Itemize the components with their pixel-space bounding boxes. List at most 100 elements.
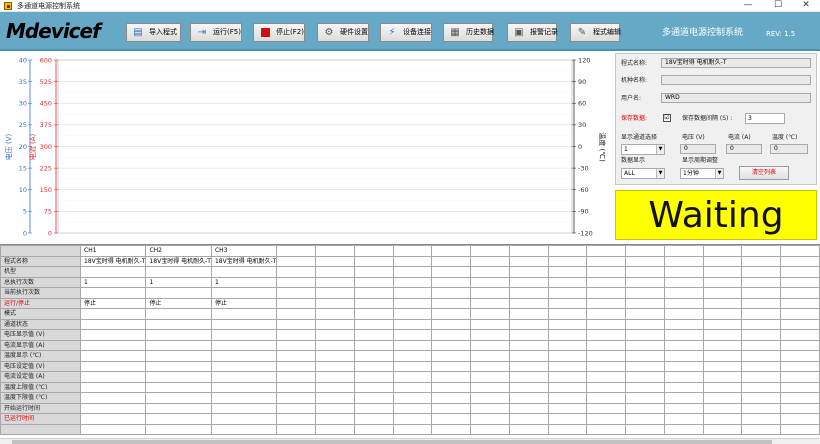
empty-cell[interactable]: [353, 266, 394, 278]
empty-cell[interactable]: [431, 402, 472, 414]
empty-cell[interactable]: [741, 255, 782, 267]
empty-cell[interactable]: [276, 402, 317, 414]
empty-cell[interactable]: [392, 423, 433, 435]
clear-list-button[interactable]: 清空列表: [739, 166, 789, 180]
horizontal-scrollbar[interactable]: [0, 438, 820, 444]
run-button[interactable]: ⇥ 运行(F5): [190, 23, 242, 42]
maximize-button[interactable]: ☐: [764, 0, 792, 12]
empty-cell[interactable]: [780, 276, 820, 288]
empty-cell[interactable]: [353, 371, 394, 383]
empty-cell[interactable]: [625, 413, 665, 425]
empty-cell[interactable]: [315, 413, 355, 425]
empty-cell[interactable]: [625, 392, 665, 404]
empty-cell[interactable]: [508, 413, 549, 425]
empty-cell[interactable]: [663, 297, 704, 309]
empty-cell[interactable]: [702, 318, 743, 330]
empty-cell[interactable]: [663, 266, 704, 278]
empty-cell[interactable]: [392, 308, 433, 320]
table-cell[interactable]: 1: [145, 276, 212, 288]
empty-cell[interactable]: [353, 308, 394, 320]
empty-cell[interactable]: [353, 413, 394, 425]
table-cell[interactable]: 18V宝时得 电机耐久-T: [79, 255, 147, 267]
empty-cell[interactable]: [663, 423, 704, 435]
empty-cell[interactable]: [392, 381, 433, 393]
empty-cell[interactable]: [663, 318, 704, 330]
empty-cell[interactable]: [508, 255, 549, 267]
empty-cell[interactable]: [586, 402, 627, 414]
empty-cell[interactable]: [508, 392, 549, 404]
table-cell[interactable]: [210, 392, 278, 404]
empty-cell[interactable]: [470, 392, 510, 404]
table-cell[interactable]: [145, 392, 212, 404]
empty-cell[interactable]: [508, 318, 549, 330]
empty-cell[interactable]: [315, 287, 355, 299]
empty-cell[interactable]: [547, 339, 588, 351]
empty-cell[interactable]: [431, 371, 472, 383]
empty-cell[interactable]: [586, 308, 627, 320]
empty-cell[interactable]: [547, 381, 588, 393]
empty-cell[interactable]: [392, 402, 433, 414]
empty-cell[interactable]: [276, 371, 317, 383]
empty-cell[interactable]: [741, 413, 782, 425]
table-cell[interactable]: 停止: [145, 297, 212, 309]
empty-cell[interactable]: [470, 381, 510, 393]
empty-cell[interactable]: [741, 392, 782, 404]
empty-cell[interactable]: [663, 413, 704, 425]
empty-cell[interactable]: [780, 360, 820, 372]
empty-cell[interactable]: [547, 360, 588, 372]
empty-cell[interactable]: [353, 318, 394, 330]
table-cell[interactable]: [145, 402, 212, 414]
table-cell[interactable]: [145, 371, 212, 383]
empty-cell[interactable]: [547, 392, 588, 404]
empty-cell[interactable]: [392, 339, 433, 351]
table-cell[interactable]: 18V宝时得 电机耐久-T: [210, 255, 278, 267]
table-cell[interactable]: [145, 339, 212, 351]
empty-cell[interactable]: [702, 360, 743, 372]
empty-cell[interactable]: [547, 371, 588, 383]
empty-cell[interactable]: [508, 339, 549, 351]
empty-cell[interactable]: [586, 350, 627, 362]
empty-cell[interactable]: [702, 287, 743, 299]
empty-cell[interactable]: [276, 413, 317, 425]
empty-cell[interactable]: [508, 350, 549, 362]
empty-cell[interactable]: [315, 360, 355, 372]
table-cell[interactable]: [145, 360, 212, 372]
empty-cell[interactable]: [547, 350, 588, 362]
empty-cell[interactable]: [508, 276, 549, 288]
empty-cell[interactable]: [741, 371, 782, 383]
empty-cell[interactable]: [276, 381, 317, 393]
table-cell[interactable]: [79, 308, 147, 320]
empty-cell[interactable]: [702, 381, 743, 393]
empty-cell[interactable]: [702, 255, 743, 267]
empty-cell[interactable]: [741, 308, 782, 320]
table-cell[interactable]: [210, 318, 278, 330]
empty-cell[interactable]: [702, 371, 743, 383]
empty-cell[interactable]: [470, 297, 510, 309]
empty-cell[interactable]: [741, 381, 782, 393]
empty-cell[interactable]: [276, 339, 317, 351]
empty-cell[interactable]: [780, 350, 820, 362]
table-cell[interactable]: 1: [79, 276, 147, 288]
empty-cell[interactable]: [741, 266, 782, 278]
empty-cell[interactable]: [586, 297, 627, 309]
empty-cell[interactable]: [431, 329, 472, 341]
empty-cell[interactable]: [353, 287, 394, 299]
empty-cell[interactable]: [741, 287, 782, 299]
empty-cell[interactable]: [508, 308, 549, 320]
empty-cell[interactable]: [780, 255, 820, 267]
table-cell[interactable]: [145, 350, 212, 362]
empty-cell[interactable]: [470, 350, 510, 362]
empty-cell[interactable]: [276, 266, 317, 278]
table-cell[interactable]: [145, 287, 212, 299]
empty-cell[interactable]: [702, 276, 743, 288]
empty-cell[interactable]: [586, 371, 627, 383]
empty-cell[interactable]: [315, 329, 355, 341]
empty-cell[interactable]: [663, 308, 704, 320]
empty-cell[interactable]: [315, 423, 355, 435]
empty-cell[interactable]: [547, 413, 588, 425]
empty-cell[interactable]: [470, 266, 510, 278]
empty-cell[interactable]: [353, 423, 394, 435]
empty-cell[interactable]: [392, 297, 433, 309]
empty-cell[interactable]: [702, 308, 743, 320]
empty-cell[interactable]: [625, 255, 665, 267]
